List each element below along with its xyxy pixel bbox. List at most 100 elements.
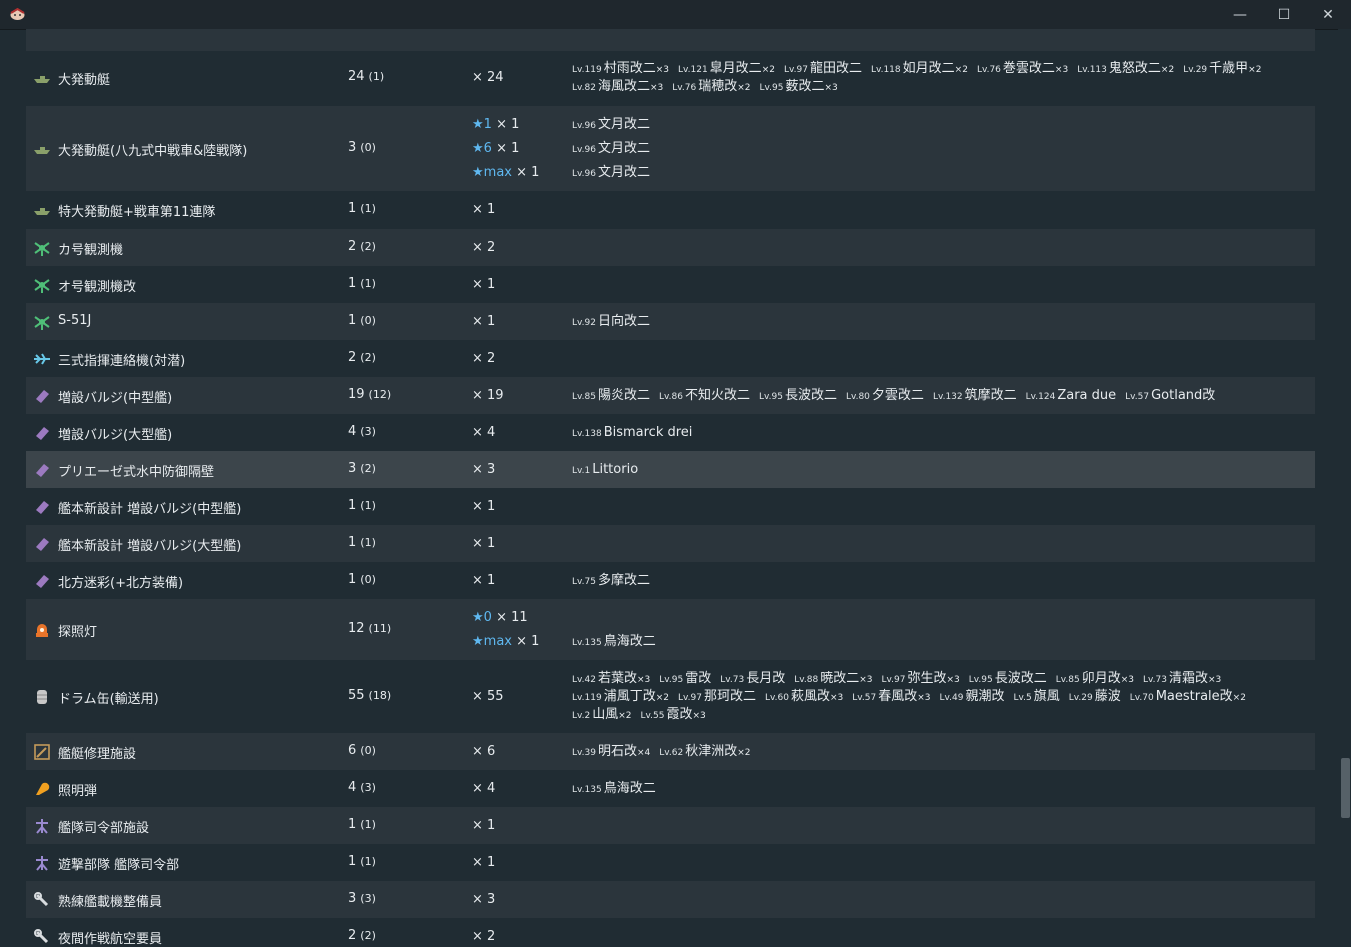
- equipment-name: 三式指揮連絡機(対潜): [58, 353, 186, 369]
- table-row[interactable]: 夜間作戦航空要員 2 (2) × 2: [26, 918, 1315, 947]
- ship-entry[interactable]: Lv.95 長波改二: [759, 388, 837, 403]
- ship-entry[interactable]: Lv.124 Zara due: [1026, 388, 1117, 403]
- ship-entry[interactable]: Lv.2 山風×2: [572, 707, 632, 722]
- table-row[interactable]: ドラム缶(輸送用) 55 (18) × 55 Lv.42 若葉改×3 Lv.95 雷改 Lv.7…: [26, 660, 1315, 733]
- equipment-name: 艦本新設計 増設バルジ(大型艦): [58, 538, 242, 554]
- ship-entry[interactable]: Lv.96 文月改二: [572, 117, 650, 132]
- table-row[interactable]: 照明弾 4 (3) × 4 Lv.135 鳥海改二: [26, 770, 1315, 807]
- table-row[interactable]: 艦本新設計 増設バルジ(大型艦) 1 (1) × 1: [26, 525, 1315, 562]
- ship-entry[interactable]: Lv.95 雷改: [659, 671, 711, 686]
- ship-entry[interactable]: Lv.73 清霜改×3: [1143, 671, 1221, 686]
- improvement-quantity: × 1: [472, 277, 495, 292]
- ship-entry[interactable]: Lv.96 文月改二: [572, 141, 650, 156]
- ship-entry[interactable]: Lv.86 不知火改二: [659, 388, 750, 403]
- ship-entry[interactable]: Lv.97 弥生改×3: [882, 671, 960, 686]
- ship-multiplier: ×2: [737, 747, 751, 758]
- ship-entry[interactable]: Lv.76 巻雲改二×3: [977, 61, 1068, 76]
- minimize-button[interactable]: —: [1218, 0, 1262, 29]
- table-row[interactable]: 増設バルジ(中型艦) 19 (12) × 19 Lv.85 陽炎改二 Lv.86 不知火改二 L…: [26, 377, 1315, 414]
- improvement-quantity: × 4: [472, 425, 495, 440]
- quantity-text: × 4: [472, 424, 496, 440]
- ship-multiplier: ×2: [655, 692, 669, 703]
- improvement-quantity: × 1: [472, 499, 495, 514]
- ship-entry[interactable]: Lv.135 鳥海改二: [572, 781, 656, 796]
- ship-entry[interactable]: Lv.119 村雨改二×3: [572, 61, 669, 76]
- ship-entry[interactable]: Lv.57 Gotland改: [1125, 388, 1215, 403]
- table-row[interactable]: S-51J 1 (0) × 1 Lv.92 日向改二: [26, 303, 1315, 340]
- equipment-name: 北方迷彩(+北方装備): [58, 575, 184, 591]
- ship-entry[interactable]: Lv.96 文月改二: [572, 165, 650, 180]
- ship-level: Lv.76: [672, 83, 697, 93]
- maximize-button[interactable]: ☐: [1262, 0, 1306, 29]
- ship-entry[interactable]: Lv.113 鬼怒改二×2: [1077, 61, 1174, 76]
- ship-name: 雷改: [685, 670, 712, 686]
- ship-entry[interactable]: Lv.42 若葉改×3: [572, 671, 650, 686]
- scrollbar-thumb[interactable]: [1341, 758, 1350, 818]
- table-row[interactable]: 大発動艇(八九式中戦車&陸戦隊) 3 (0) ★1 × 1 ★6 × 1 ★max × 1…: [26, 106, 1315, 191]
- quantity-text: × 1: [472, 817, 496, 833]
- close-button[interactable]: ✕: [1306, 0, 1350, 29]
- table-row[interactable]: プリエーゼ式水中防御隔壁 3 (2) × 3 Lv.1 Littorio: [26, 451, 1315, 488]
- table-row[interactable]: 艦本新設計 増設バルジ(中型艦) 1 (1) × 1: [26, 488, 1315, 525]
- ship-entry[interactable]: Lv.62 秋津洲改×2: [659, 744, 750, 759]
- ship-level: Lv.118: [870, 65, 901, 75]
- ship-entry[interactable]: Lv.85 陽炎改二: [572, 388, 650, 403]
- table-row[interactable]: 北方迷彩(+北方装備) 1 (0) × 1 Lv.75 多摩改二: [26, 562, 1315, 599]
- ship-entry[interactable]: Lv.95 長波改二: [969, 671, 1047, 686]
- ship-level: Lv.57: [1125, 391, 1150, 402]
- table-row[interactable]: オ号観測機改 1 (1) × 1: [26, 266, 1315, 303]
- table-row[interactable]: 増設バルジ(大型艦) 4 (3) × 4 Lv.138 Bismarck drei: [26, 414, 1315, 451]
- ship-name: Maestrale改: [1155, 688, 1233, 704]
- ship-level: Lv.29: [1183, 65, 1208, 75]
- ship-entry[interactable]: Lv.138 Bismarck drei: [572, 425, 692, 440]
- ship-entry[interactable]: Lv.88 暁改二×3: [794, 671, 872, 686]
- ship-entry[interactable]: Lv.119 浦風丁改×2: [572, 689, 669, 704]
- ship-entry[interactable]: Lv.97 那珂改二: [678, 689, 756, 704]
- ship-entry[interactable]: Lv.85 卯月改×3: [1056, 671, 1134, 686]
- ship-entry[interactable]: Lv.135 鳥海改二: [572, 634, 656, 649]
- ship-list: Lv.138 Bismarck drei: [572, 424, 701, 443]
- ship-entry[interactable]: Lv.76 瑞穂改×2: [672, 79, 750, 94]
- ship-entry[interactable]: Lv.1 Littorio: [572, 462, 638, 477]
- ship-name: Zara due: [1057, 387, 1117, 403]
- ship-entry[interactable]: Lv.5 旗風: [1013, 689, 1059, 704]
- equipment-name: カ号観測機: [58, 242, 124, 258]
- ship-entry[interactable]: Lv.29 千歳甲×2: [1183, 61, 1261, 76]
- table-row[interactable]: 遊撃部隊 艦隊司令部 1 (1) × 1: [26, 844, 1315, 881]
- table-row[interactable]: 大発動艇 24 (1) × 24 Lv.119 村雨改二×3 Lv.121 皐月改二×2 Lv.…: [26, 51, 1315, 105]
- table-row[interactable]: カ号観測機 2 (2) × 2: [26, 229, 1315, 266]
- table-row-partial[interactable]: [26, 29, 1315, 51]
- ship-entry[interactable]: Lv.60 萩風改×3: [765, 689, 843, 704]
- table-row[interactable]: 三式指揮連絡機(対潜) 2 (2) × 2: [26, 340, 1315, 377]
- ship-entry[interactable]: Lv.132 筑摩改二: [933, 388, 1017, 403]
- ship-entry[interactable]: Lv.57 春風改×3: [852, 689, 930, 704]
- count-unequipped: (2): [360, 928, 376, 942]
- ship-entry[interactable]: Lv.82 海風改二×3: [572, 79, 663, 94]
- ship-entry[interactable]: Lv.73 長月改: [720, 671, 785, 686]
- ship-entry[interactable]: Lv.95 薮改二×3: [760, 79, 838, 94]
- ship-name: 文月改二: [597, 140, 650, 156]
- ship-entry[interactable]: Lv.39 明石改×4: [572, 744, 650, 759]
- improvement-quantity: × 1: [472, 202, 495, 217]
- ship-entry[interactable]: Lv.55 霞改×3: [641, 707, 706, 722]
- ship-name: Gotland改: [1151, 387, 1216, 403]
- ship-entry[interactable]: Lv.97 龍田改二: [784, 61, 862, 76]
- quantity-text: × 6: [472, 743, 496, 759]
- quantity-text: × 1: [472, 202, 496, 217]
- ship-entry[interactable]: Lv.80 夕雲改二: [846, 388, 924, 403]
- ship-level: Lv.5: [1013, 692, 1032, 703]
- ship-entry[interactable]: Lv.70 Maestrale改×2: [1130, 689, 1246, 704]
- ship-entry[interactable]: Lv.49 親潮改: [940, 689, 1005, 704]
- ship-entry[interactable]: Lv.118 如月改二×2: [871, 61, 968, 76]
- table-row[interactable]: 艦艇修理施設 6 (0) × 6 Lv.39 明石改×4 Lv.62 秋津洲改×2: [26, 733, 1315, 770]
- table-row[interactable]: 熟練艦載機整備員 3 (3) × 3: [26, 881, 1315, 918]
- ship-entry[interactable]: Lv.121 皐月改二×2: [678, 61, 775, 76]
- ship-entry[interactable]: Lv.75 多摩改二: [572, 573, 650, 588]
- table-row[interactable]: 特大発動艇+戦車第11連隊 1 (1) × 1: [26, 192, 1315, 228]
- ship-entry[interactable]: Lv.29 藤波: [1069, 689, 1121, 704]
- ship-entry[interactable]: Lv.92 日向改二: [572, 314, 650, 329]
- count-total: 2: [348, 349, 357, 365]
- ship-level: Lv.95: [968, 674, 993, 685]
- table-row[interactable]: 探照灯 12 (11) ★0 × 11 ★max × 1 Lv.135 鳥海改二: [26, 599, 1315, 660]
- table-row[interactable]: 艦隊司令部施設 1 (1) × 1: [26, 807, 1315, 844]
